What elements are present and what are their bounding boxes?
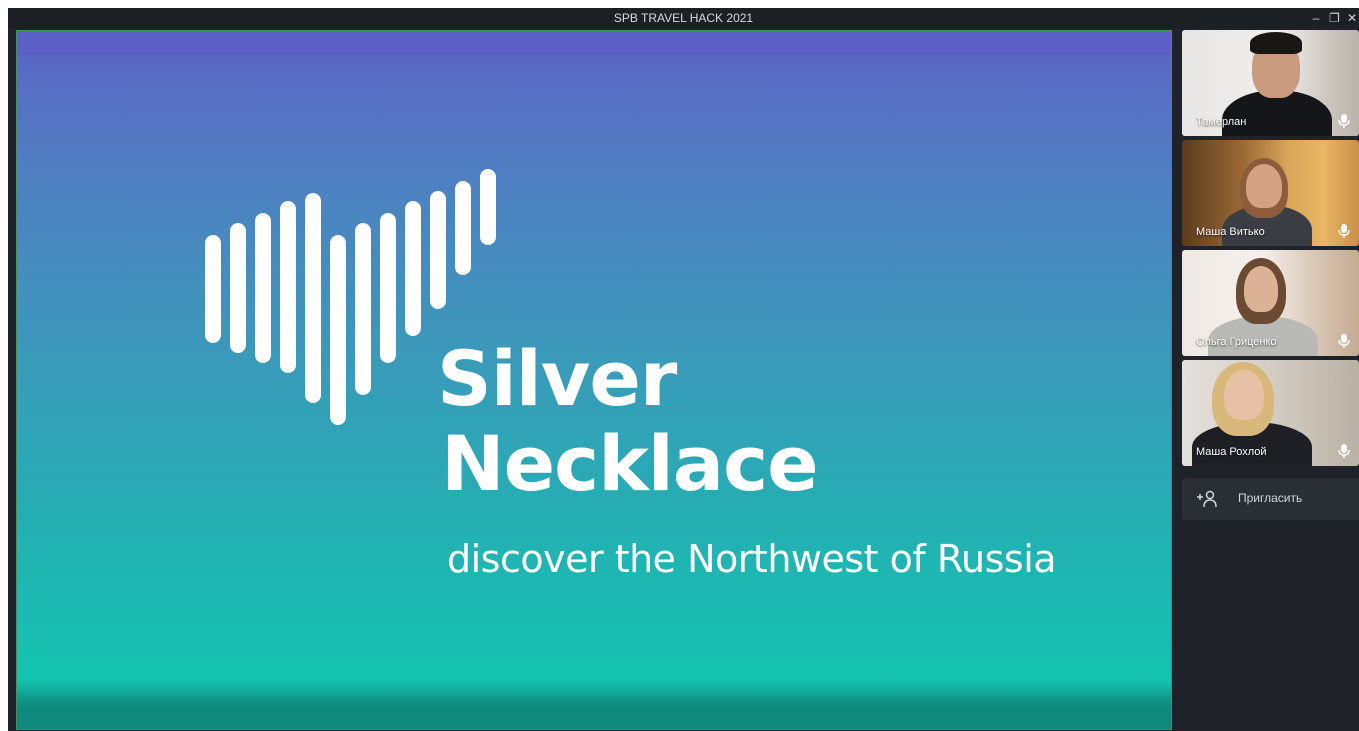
participant-name: Ольга Гриценко [1196,336,1277,348]
participant-tile[interactable]: Маша Витько [1182,140,1359,246]
logo-bar [305,193,321,403]
window-controls: – ❐ ✕ [1311,8,1357,28]
participant-tile[interactable]: Ольга Гриценко [1182,250,1359,356]
brand-name-line1: Silver [437,334,677,423]
participant-tile[interactable]: Маша Рохлой [1182,360,1359,466]
restore-icon[interactable]: ❐ [1329,8,1340,28]
slide-bottom-band [17,707,1171,729]
brand-name-line2: Necklace [441,419,819,508]
participant-silhouette [1244,266,1278,312]
participant-silhouette [1246,164,1282,208]
participant-name: Тамерлан [1196,116,1247,128]
shared-screen-slide: Silver Necklace discover the Northwest o… [16,30,1172,730]
microphone-icon[interactable] [1337,113,1351,129]
logo-bar [380,213,396,363]
logo-bar [455,181,471,275]
microphone-icon[interactable] [1337,443,1351,459]
logo-bar [355,223,371,395]
logo-bar [280,201,296,373]
window-title: SPB TRAVEL HACK 2021 [613,11,754,25]
logo-bar [255,213,271,363]
invite-button[interactable]: Пригласить [1182,478,1359,520]
logo-bar [480,169,496,245]
participants-sidebar: Тамерлан Маша Витько Ольга Гриценко Маша… [1182,30,1359,730]
logo-bar [230,223,246,353]
close-icon[interactable]: ✕ [1347,8,1357,28]
participant-name: Маша Витько [1196,226,1265,238]
logo-bar [330,235,346,425]
window-titlebar: SPB TRAVEL HACK 2021 – ❐ ✕ [8,8,1359,28]
microphone-icon[interactable] [1337,333,1351,349]
minimize-icon[interactable]: – [1311,8,1321,28]
add-person-icon [1197,490,1217,508]
participant-name: Маша Рохлой [1196,446,1267,458]
logo-bar [405,201,421,336]
participant-silhouette [1224,370,1264,420]
participant-tile[interactable]: Тамерлан [1182,30,1359,136]
slide-tagline: discover the Northwest of Russia [447,537,1057,581]
participant-silhouette [1250,32,1302,54]
invite-label: Пригласить [1238,491,1303,505]
logo-bar [205,235,221,343]
conference-app-window: SPB TRAVEL HACK 2021 – ❐ ✕ Silver Neckla… [8,8,1359,731]
logo-bar [430,191,446,309]
microphone-icon[interactable] [1337,223,1351,239]
